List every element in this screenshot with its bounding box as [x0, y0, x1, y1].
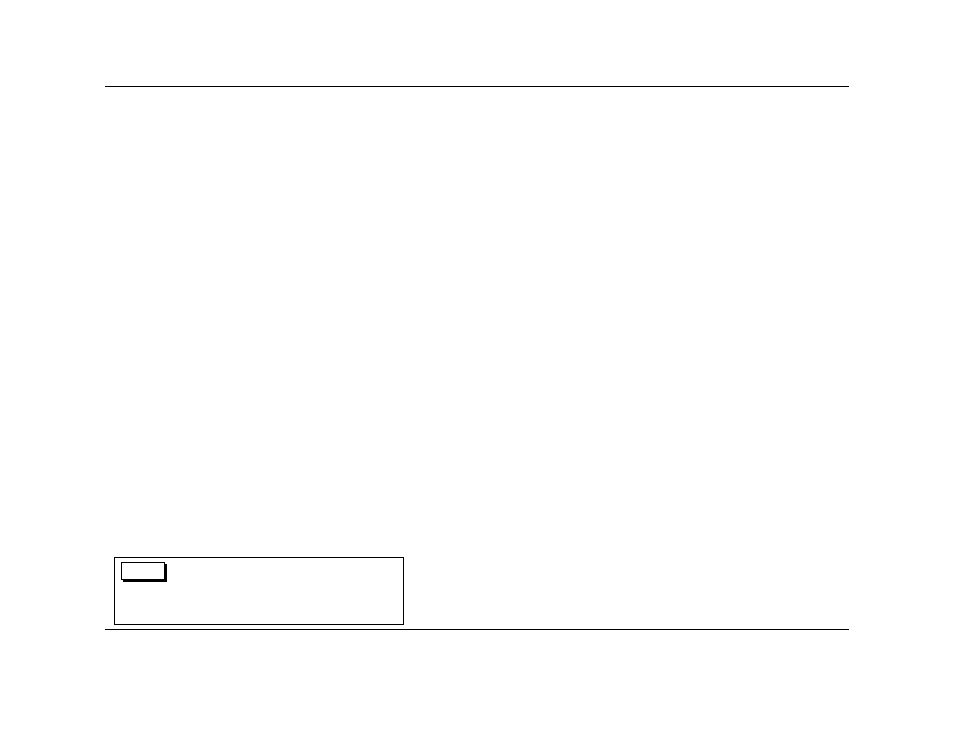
- code-button[interactable]: [121, 562, 165, 580]
- header-rule: [105, 86, 849, 87]
- page: [0, 0, 954, 738]
- code-example-box: [114, 557, 404, 625]
- footer-rule: [105, 629, 849, 630]
